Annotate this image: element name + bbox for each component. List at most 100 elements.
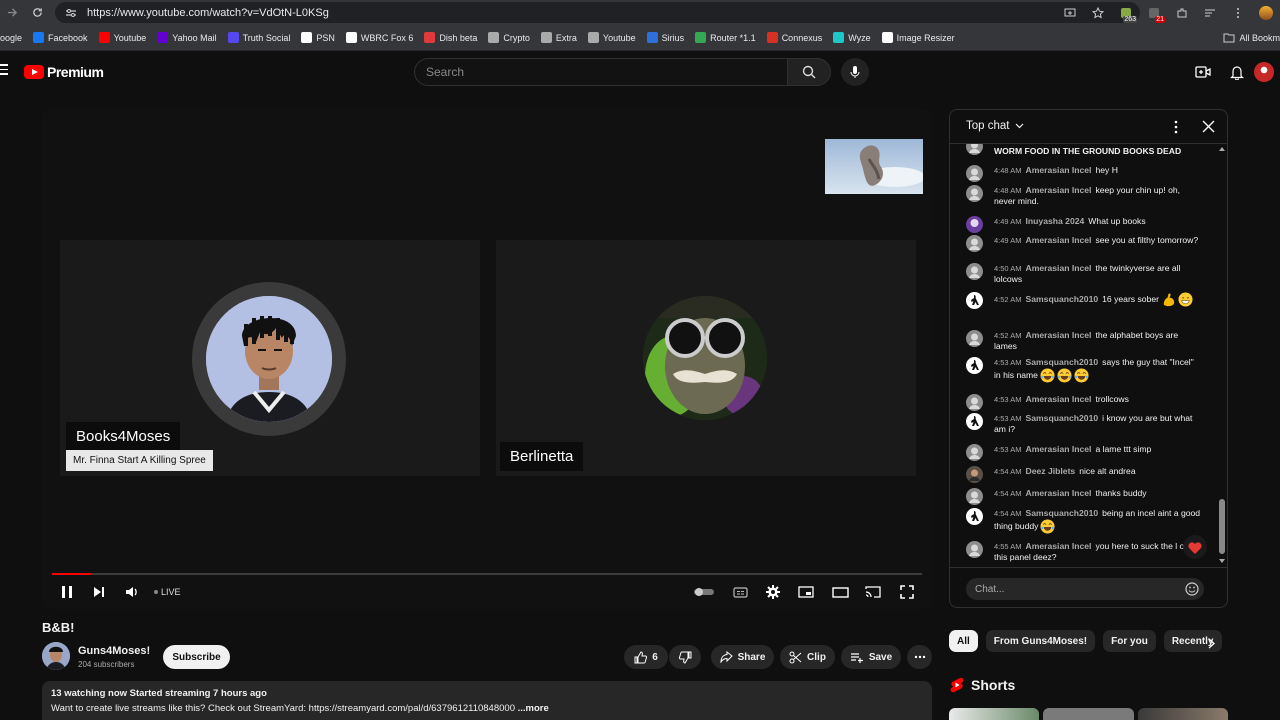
search-button[interactable] [787,58,831,86]
video-player[interactable]: Books4Moses Mr. Finna Start A Killing Sp… [42,109,932,609]
bookmark-item[interactable]: Google [0,32,22,43]
account-avatar[interactable] [1254,62,1274,82]
chat-author-avatar[interactable] [966,165,983,182]
filter-chip[interactable]: For you [1103,630,1156,652]
chat-author-name[interactable]: Amerasian Incel [1026,165,1092,175]
chat-message[interactable]: 4:54 AM Samsquanch2010 being an incel aint… [966,508,1202,534]
bookmark-item[interactable]: PSN [301,32,335,43]
cast-button[interactable] [860,579,886,605]
site-info-icon[interactable] [65,8,77,18]
chat-author-name[interactable]: Amerasian Incel [1026,394,1092,404]
chat-author-avatar[interactable] [966,394,983,411]
chat-author-name[interactable]: Samsquanch2010 [1026,357,1099,367]
chat-author-name[interactable]: Amerasian Incel [1026,330,1092,340]
chat-author-name[interactable]: Inuyasha 2024 [1026,216,1085,226]
close-chat-button[interactable] [1202,120,1215,133]
chat-message[interactable]: 4:49 AM Inuyasha 2024 What up books [966,216,1202,233]
chat-author-avatar[interactable] [966,235,983,252]
extensions-puzzle-icon[interactable] [1168,0,1196,25]
chat-author-name[interactable]: Amerasian Incel [1026,488,1092,498]
chat-message-list[interactable]: WORM FOOD IN THE GROUND BOOKS DEAD 4:48 A… [950,144,1218,567]
bookmark-item[interactable]: WBRC Fox 6 [345,32,413,43]
scroll-down-icon[interactable] [1219,559,1225,563]
bookmark-item[interactable]: Router *1.1 [695,32,756,43]
chat-author-avatar[interactable] [966,357,983,374]
chat-author-name[interactable]: Amerasian Incel [1026,235,1092,245]
chat-author-avatar[interactable] [966,185,983,202]
captions-button[interactable] [727,579,753,605]
theater-mode-button[interactable] [827,579,853,605]
create-video-button[interactable] [1186,58,1220,86]
chat-author-avatar[interactable] [966,330,983,347]
bookmark-item[interactable]: Yahoo Mail [157,32,217,43]
chat-author-avatar[interactable] [966,444,983,461]
bookmark-item[interactable]: Truth Social [227,32,290,43]
pause-button[interactable] [54,579,80,605]
channel-name[interactable]: Guns4Moses! [78,645,150,657]
chat-message[interactable]: 4:52 AM Samsquanch2010 16 years sober [966,292,1202,309]
bookmark-item[interactable]: Youtube [98,32,146,43]
chat-more-button[interactable] [1174,120,1178,134]
more-link[interactable]: ...more [515,703,549,714]
short-thumbnail[interactable] [1138,708,1228,720]
chat-message[interactable]: 4:53 AM Amerasian Incel a lame ttt simp [966,444,1202,461]
youtube-premium-logo[interactable]: Premium [24,64,104,80]
chat-input[interactable]: Chat... [966,578,1204,600]
chat-message[interactable]: 4:55 AM Amerasian Incel you here to suck t… [966,541,1202,563]
chat-message[interactable]: 4:50 AM Amerasian Incel the twinkyverse ar… [966,263,1202,285]
bookmark-item[interactable]: Wyze [833,32,871,43]
volume-button[interactable] [119,579,145,605]
next-button[interactable] [86,579,112,605]
clip-button[interactable]: Clip [780,645,835,669]
chat-message[interactable]: 4:53 AM Amerasian Incel trollcows [966,394,1202,411]
subscribe-button[interactable]: Subscribe [163,645,230,669]
channel-avatar[interactable] [42,642,70,670]
chat-author-name[interactable]: Deez Jiblets [1026,466,1076,476]
chat-author-avatar[interactable] [966,263,983,280]
description-box[interactable]: 13 watching now Started streaming 7 hour… [42,681,932,720]
chat-message[interactable]: 4:54 AM Amerasian Incel thanks buddy [966,488,1202,505]
chat-message[interactable]: 4:54 AM Deez Jiblets nice alt andrea [966,466,1202,483]
share-button[interactable]: Share [711,645,774,669]
chat-author-name[interactable]: Amerasian Incel [1026,185,1092,195]
chat-author-name[interactable]: Amerasian Incel [1026,444,1092,454]
settings-button[interactable] [760,579,786,605]
notifications-button[interactable] [1220,58,1254,86]
more-actions-button[interactable] [907,645,932,669]
reaction-heart-icon[interactable] [1183,535,1207,559]
voice-search-button[interactable] [841,58,869,86]
chat-author-avatar[interactable] [966,508,983,525]
chat-author-avatar[interactable] [966,413,983,430]
chat-author-avatar[interactable] [966,488,983,505]
chat-message[interactable]: 4:48 AM Amerasian Incel keep your chin up!… [966,185,1202,207]
search-input[interactable]: Search [414,58,788,86]
all-bookmarks[interactable]: All Bookm [1239,33,1280,43]
chat-scrollbar[interactable] [1217,144,1227,567]
chat-author-name[interactable]: Amerasian Incel [1026,263,1092,273]
chip-scroll-right-icon[interactable] [1208,638,1215,649]
chat-author-avatar[interactable] [966,144,983,155]
bookmark-item[interactable]: Dish beta [424,32,477,43]
chat-author-name[interactable]: Samsquanch2010 [1026,508,1099,518]
save-button[interactable]: Save [841,645,901,669]
bookmark-star-icon[interactable] [1084,0,1112,25]
profile-avatar[interactable] [1252,0,1280,25]
chat-message[interactable]: 4:49 AM Amerasian Incel see you at filthy … [966,235,1202,252]
chat-message[interactable]: 4:48 AM Amerasian Incel hey H [966,165,1202,182]
address-bar[interactable]: https://www.youtube.com/watch?v=VdOtN-L0… [55,2,1140,23]
chat-message[interactable]: 4:52 AM Amerasian Incel the alphabet boys … [966,330,1202,352]
scrollbar-thumb[interactable] [1219,499,1225,554]
dislike-button[interactable] [669,645,701,669]
extension-icon[interactable]: 263 [1112,0,1140,25]
progress-bar[interactable] [52,573,922,575]
bookmark-item[interactable]: Extra [540,32,577,43]
short-thumbnail[interactable] [1043,708,1134,720]
chat-author-avatar[interactable] [966,216,983,233]
chat-author-avatar[interactable] [966,466,983,483]
extension-icon[interactable]: 21 [1140,0,1168,25]
chat-message[interactable]: 4:53 AM Samsquanch2010 says the guy that "… [966,357,1202,383]
chat-author-name[interactable]: Samsquanch2010 [1026,413,1099,423]
reading-list-icon[interactable] [1196,0,1224,25]
miniplayer-button[interactable] [793,579,819,605]
filter-chip[interactable]: From Guns4Moses! [985,630,1096,652]
